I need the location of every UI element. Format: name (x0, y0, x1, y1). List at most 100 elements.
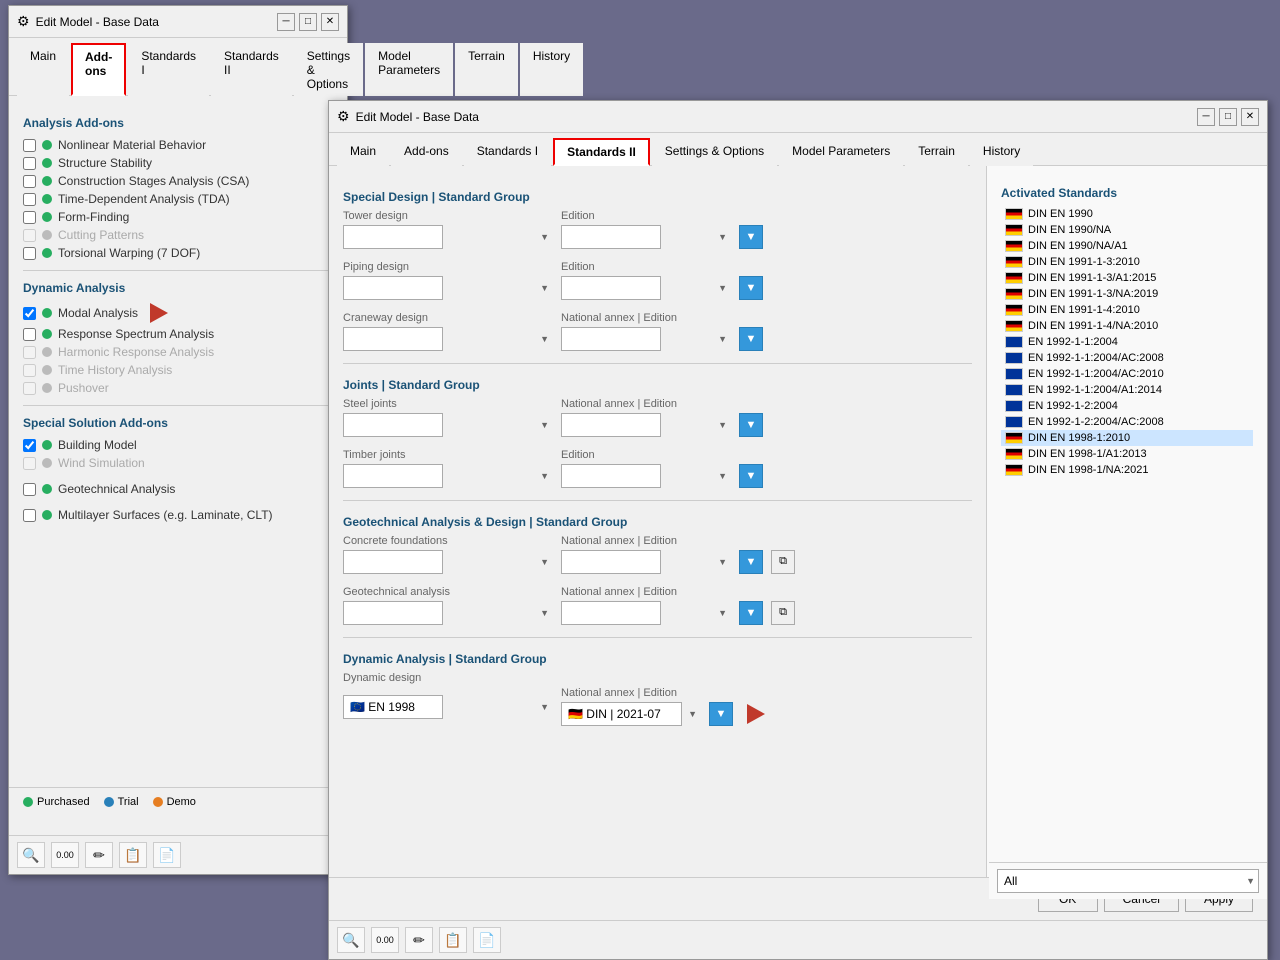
tab-standards2-w2[interactable]: Standards II (553, 138, 650, 166)
toolbar-numeric-button[interactable]: 0.00 (51, 842, 79, 868)
list-item[interactable]: EN 1992-1-1:2004 (1001, 334, 1253, 350)
standards-filter-select[interactable]: All (997, 869, 1259, 877)
craneway-filter-button[interactable]: ▼ (739, 327, 763, 351)
list-item[interactable]: Nonlinear Material Behavior (23, 136, 333, 154)
rsa-checkbox[interactable] (23, 328, 36, 341)
tab-standards2-w1[interactable]: Standards II (211, 43, 292, 96)
building-checkbox[interactable] (23, 439, 36, 452)
list-item[interactable]: Structure Stability (23, 154, 333, 172)
list-item[interactable]: DIN EN 1998-1/A1:2013 (1001, 446, 1253, 462)
piping-filter-button[interactable]: ▼ (739, 276, 763, 300)
tab-settings-w1[interactable]: Settings & Options (294, 43, 363, 96)
concrete-filter-button[interactable]: ▼ (739, 550, 763, 574)
list-item[interactable]: EN 1992-1-2:2004 (1001, 398, 1253, 414)
tab-main-w1[interactable]: Main (17, 43, 69, 96)
craneway-annex-select[interactable] (561, 327, 661, 351)
list-item[interactable]: DIN EN 1990/NA/A1 (1001, 238, 1253, 254)
piping-edition-select[interactable] (561, 276, 661, 300)
timber-edition-select[interactable] (561, 464, 661, 488)
dynamic-filter-button[interactable]: ▼ (709, 702, 733, 726)
geo-analysis-select[interactable] (343, 601, 443, 625)
toolbar2-copy-button[interactable]: 📋 (439, 927, 467, 953)
list-item[interactable]: Time-Dependent Analysis (TDA) (23, 190, 333, 208)
list-item[interactable]: DIN EN 1990 (1001, 206, 1253, 222)
list-item[interactable]: Geotechnical Analysis (23, 480, 333, 498)
list-item[interactable]: DIN EN 1991-1-4:2010 (1001, 302, 1253, 318)
list-item[interactable]: Form-Finding (23, 208, 333, 226)
window1-maximize-button[interactable]: □ (299, 13, 317, 31)
concrete-copy-button[interactable]: ⧉ (771, 550, 795, 574)
tab-addons-w1[interactable]: Add-ons (71, 43, 126, 96)
list-item[interactable]: EN 1992-1-1:2004/AC:2008 (1001, 350, 1253, 366)
list-item[interactable]: DIN EN 1998-1:2010 (1001, 430, 1253, 446)
window2-maximize-button[interactable]: □ (1219, 108, 1237, 126)
geo-analysis-copy-button[interactable]: ⧉ (771, 601, 795, 625)
list-item[interactable]: Multilayer Surfaces (e.g. Laminate, CLT) (23, 506, 333, 524)
timber-joints-select[interactable] (343, 464, 443, 488)
list-item[interactable]: Response Spectrum Analysis (23, 325, 333, 343)
tab-main-w2[interactable]: Main (337, 138, 389, 166)
steel-annex-select[interactable] (561, 413, 661, 437)
list-item[interactable]: EN 1992-1-2:2004/AC:2008 (1001, 414, 1253, 430)
craneway-design-select[interactable] (343, 327, 443, 351)
tower-design-select[interactable] (343, 225, 443, 249)
tab-standards1-w2[interactable]: Standards I (464, 138, 551, 166)
tab-history-w1[interactable]: History (520, 43, 583, 96)
geo-analysis-annex-select[interactable] (561, 601, 661, 625)
tower-edition-select[interactable] (561, 225, 661, 249)
nonlinear-checkbox[interactable] (23, 139, 36, 152)
toolbar2-numeric-button[interactable]: 0.00 (371, 927, 399, 953)
modal-checkbox[interactable] (23, 307, 36, 320)
window1-toolbar: 🔍 0.00 ✏ 📋 📄 (9, 835, 347, 874)
list-item[interactable]: DIN EN 1991-1-4/NA:2010 (1001, 318, 1253, 334)
tda-checkbox[interactable] (23, 193, 36, 206)
toolbar2-search-button[interactable]: 🔍 (337, 927, 365, 953)
list-item[interactable]: Modal Analysis (23, 301, 333, 325)
list-item[interactable]: EN 1992-1-1:2004/A1:2014 (1001, 382, 1253, 398)
dynamic-design-select[interactable]: 🇪🇺 EN 1998 (343, 695, 443, 719)
list-item[interactable]: Construction Stages Analysis (CSA) (23, 172, 333, 190)
window2-close-button[interactable]: ✕ (1241, 108, 1259, 126)
piping-design-select[interactable] (343, 276, 443, 300)
list-item[interactable]: DIN EN 1991-1-3:2010 (1001, 254, 1253, 270)
structure-stability-checkbox[interactable] (23, 157, 36, 170)
toolbar-edit-button[interactable]: ✏ (85, 842, 113, 868)
tab-settings-w2[interactable]: Settings & Options (652, 138, 777, 166)
toolbar-search-button[interactable]: 🔍 (17, 842, 45, 868)
toolbar2-edit-button[interactable]: ✏ (405, 927, 433, 953)
tower-design-arrow: ▼ (540, 232, 549, 242)
toolbar2-paste-button[interactable]: 📄 (473, 927, 501, 953)
steel-filter-button[interactable]: ▼ (739, 413, 763, 437)
concrete-foundations-select[interactable] (343, 550, 443, 574)
list-item[interactable]: DIN EN 1990/NA (1001, 222, 1253, 238)
tab-terrain-w1[interactable]: Terrain (455, 43, 518, 96)
steel-joints-select[interactable] (343, 413, 443, 437)
tab-addons-w2[interactable]: Add-ons (391, 138, 462, 166)
tab-modelparams-w2[interactable]: Model Parameters (779, 138, 903, 166)
geo-checkbox[interactable] (23, 483, 36, 496)
tab-terrain-w2[interactable]: Terrain (905, 138, 968, 166)
timber-filter-button[interactable]: ▼ (739, 464, 763, 488)
list-item[interactable]: DIN EN 1991-1-3/NA:2019 (1001, 286, 1253, 302)
list-item[interactable]: DIN EN 1991-1-3/A1:2015 (1001, 270, 1253, 286)
geo-analysis-filter-button[interactable]: ▼ (739, 601, 763, 625)
list-item[interactable]: Building Model (23, 436, 333, 454)
csa-checkbox[interactable] (23, 175, 36, 188)
window1-minimize-button[interactable]: ─ (277, 13, 295, 31)
tab-standards1-w1[interactable]: Standards I (128, 43, 209, 96)
list-item[interactable]: DIN EN 1998-1/NA:2021 (1001, 462, 1253, 478)
torsional-checkbox[interactable] (23, 247, 36, 260)
toolbar-paste-button[interactable]: 📄 (153, 842, 181, 868)
dynamic-annex-select[interactable]: 🇩🇪 DIN | 2021-07 (561, 702, 682, 726)
formfinding-checkbox[interactable] (23, 211, 36, 224)
window1-close-button[interactable]: ✕ (321, 13, 339, 31)
multilayer-checkbox[interactable] (23, 509, 36, 522)
toolbar-copy-button[interactable]: 📋 (119, 842, 147, 868)
concrete-annex-select[interactable] (561, 550, 661, 574)
tower-filter-button[interactable]: ▼ (739, 225, 763, 249)
list-item[interactable]: EN 1992-1-1:2004/AC:2010 (1001, 366, 1253, 382)
tab-history-w2[interactable]: History (970, 138, 1033, 166)
window2-minimize-button[interactable]: ─ (1197, 108, 1215, 126)
list-item[interactable]: Torsional Warping (7 DOF) (23, 244, 333, 262)
tab-modelparams-w1[interactable]: Model Parameters (365, 43, 453, 96)
